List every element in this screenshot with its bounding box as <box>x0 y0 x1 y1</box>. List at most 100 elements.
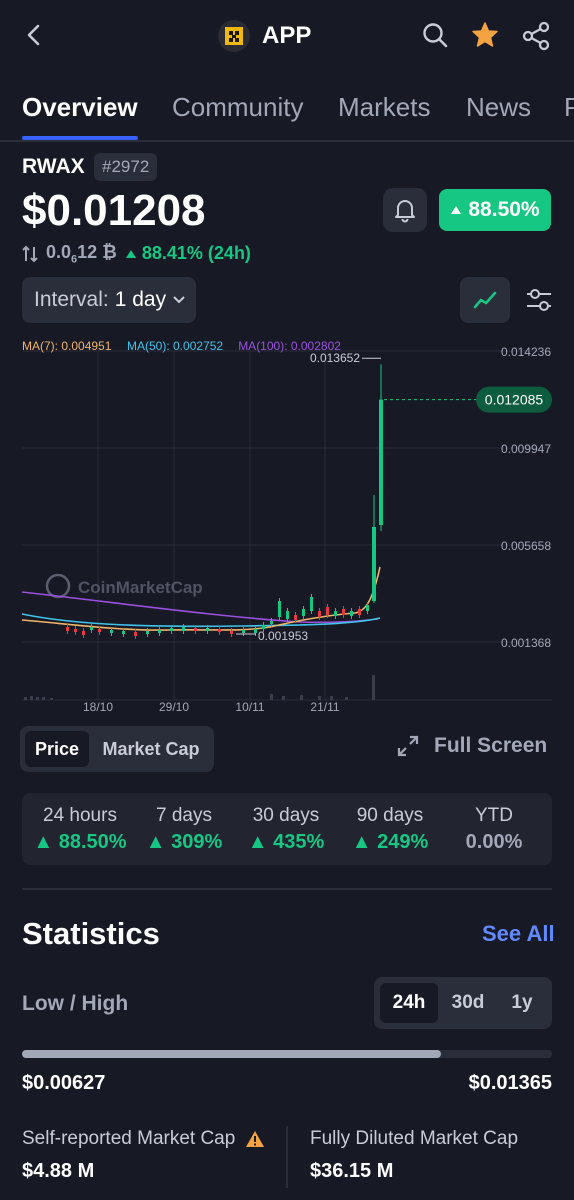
ma-legend-item: MA(50): 0.002752 <box>127 339 223 353</box>
candle-body <box>90 627 93 630</box>
tab-news[interactable]: News <box>466 92 531 123</box>
candle-body <box>326 607 329 615</box>
high-value: $0.01365 <box>468 1072 552 1094</box>
perf-label: 24 hours <box>43 805 117 826</box>
share-icon[interactable] <box>520 20 552 52</box>
back-arrow-icon[interactable] <box>20 20 48 50</box>
range-bar-fill <box>22 1050 441 1058</box>
triangle-up-icon <box>451 206 462 214</box>
candle-body <box>302 609 305 616</box>
perf-ytd: YTD 0.00% <box>444 805 544 854</box>
perf-label: 7 days <box>156 805 212 826</box>
tab-markets[interactable]: Markets <box>338 92 430 123</box>
see-all-link[interactable]: See All <box>482 921 555 947</box>
perf-30d: 30 days ▲ 435% <box>236 805 336 854</box>
price-chart[interactable]: 0.014236 0.009947 0.005658 0.001368 18/10 29/… <box>0 335 574 715</box>
low-value: $0.00627 <box>22 1072 106 1094</box>
tab-community[interactable]: Community <box>172 92 303 123</box>
perf-value: ▲ 249% <box>351 831 429 853</box>
performance-strip: 24 hours ▲ 88.50% 7 days ▲ 309% 30 days … <box>22 793 552 865</box>
coin-symbol: RWAX <box>22 155 85 178</box>
volume-bar <box>42 697 45 700</box>
candle-body <box>206 628 209 631</box>
volume-bar <box>372 675 375 700</box>
perf-label: 90 days <box>356 805 424 826</box>
x-tick-label: 18/10 <box>83 700 113 714</box>
volume-bar <box>330 696 333 700</box>
candle-body <box>294 615 297 620</box>
current-price-label: 0.012085 <box>485 392 544 408</box>
candle-body <box>350 611 353 616</box>
self-reported-market-cap-label: Self-reported Market Cap <box>22 1128 265 1150</box>
y-tick-label: 0.001368 <box>501 636 551 650</box>
price-toggle-button[interactable]: Price <box>25 731 89 767</box>
active-tab-underline <box>22 136 138 140</box>
tab-bar: Overview Community Markets News P <box>0 86 574 142</box>
low-high-range-bar <box>22 1050 552 1058</box>
fully-diluted-market-cap-label: Fully Diluted Market Cap <box>310 1128 519 1149</box>
candle-body <box>82 631 85 635</box>
perf-90d: 90 days ▲ 249% <box>340 805 440 854</box>
y-tick-label: 0.014236 <box>501 345 551 359</box>
market-cap-toggle-button[interactable]: Market Cap <box>94 731 208 767</box>
price-alert-button[interactable] <box>383 188 427 232</box>
candle-body <box>218 629 221 632</box>
search-icon[interactable] <box>420 20 450 50</box>
range-tab-1y[interactable]: 1y <box>498 983 546 1023</box>
candle-body <box>310 597 313 611</box>
warning-icon[interactable] <box>245 1130 265 1148</box>
volume-bar <box>270 694 273 700</box>
self-reported-market-cap-value: $4.88 M <box>22 1160 95 1182</box>
chart-high-label: 0.013652 <box>310 351 360 365</box>
star-icon[interactable] <box>470 20 500 50</box>
interval-dropdown[interactable]: Interval: 1 day <box>22 277 196 323</box>
fully-diluted-market-cap-value: $36.15 M <box>310 1160 394 1182</box>
candle-body <box>278 601 281 617</box>
btc-price: 0.0612 ₿ <box>46 242 117 266</box>
candle-body <box>342 609 345 615</box>
statistics-title: Statistics <box>22 916 160 951</box>
x-tick-label: 21/11 <box>310 700 339 714</box>
candle-body <box>66 627 69 631</box>
range-tab-30d[interactable]: 30d <box>440 983 496 1023</box>
candle-body <box>74 629 77 632</box>
tab-overview[interactable]: Overview <box>22 92 138 123</box>
price-change-value: 88.50% <box>468 198 540 221</box>
perf-label: YTD <box>475 805 513 826</box>
candle-body <box>318 611 321 617</box>
section-divider <box>22 888 552 890</box>
perf-7d: 7 days ▲ 309% <box>134 805 234 854</box>
range-tab-24h[interactable]: 24h <box>380 983 438 1023</box>
x-tick-label: 10/11 <box>235 700 264 714</box>
coin-logo-icon <box>218 20 250 52</box>
full-screen-button[interactable]: Full Screen <box>396 734 547 758</box>
candle-body <box>158 630 161 633</box>
volume-bar <box>50 698 53 700</box>
perf-value: ▲ 309% <box>145 831 223 853</box>
candle-body <box>372 527 376 601</box>
candle-body <box>286 611 289 619</box>
line-chart-toggle[interactable] <box>460 277 510 323</box>
coin-price: $0.01208 <box>22 186 206 235</box>
candle-body <box>134 632 137 636</box>
candle-body <box>194 628 197 631</box>
btc-price-suffix: 12 ₿ <box>77 242 117 262</box>
candle-body <box>366 605 369 611</box>
perf-24h: 24 hours ▲ 88.50% <box>30 805 130 854</box>
ma-legend-item: MA(7): 0.004951 <box>22 339 112 353</box>
volume-bar <box>30 696 33 700</box>
chart-watermark: CoinMarketCap <box>78 578 203 597</box>
perf-value-text: 249% <box>377 831 429 853</box>
rank-badge: #2972 <box>94 153 158 181</box>
self-reported-label-text: Self-reported Market Cap <box>22 1128 236 1149</box>
perf-value: ▲ 435% <box>247 831 325 853</box>
candle-body <box>170 628 173 631</box>
y-tick-label: 0.005658 <box>501 539 551 553</box>
y-tick-label: 0.009947 <box>501 442 551 456</box>
swap-arrows-icon[interactable] <box>22 245 38 263</box>
tab-overflow[interactable]: P <box>564 92 574 123</box>
chart-settings-icon[interactable] <box>524 284 554 316</box>
line-chart-icon <box>473 291 497 309</box>
triangle-up-icon <box>125 250 136 259</box>
price-marketcap-toggle: Price Market Cap <box>20 726 214 772</box>
